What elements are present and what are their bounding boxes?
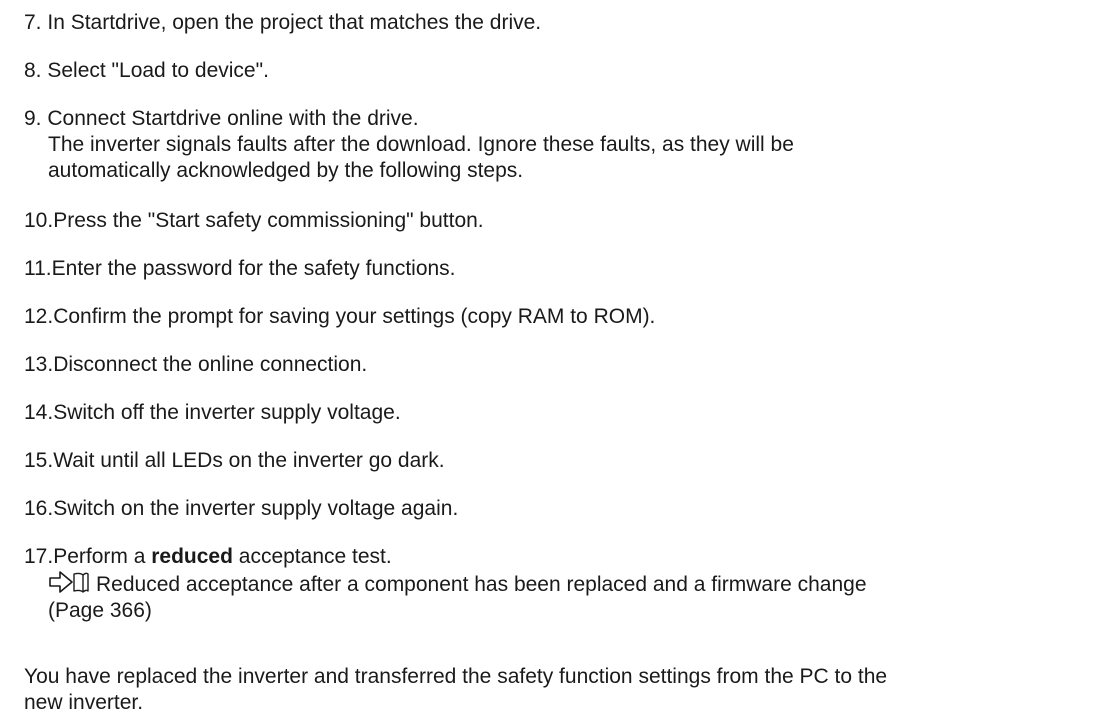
step-number: 9.: [24, 107, 42, 130]
arrow-book-icon: [49, 571, 89, 593]
step-8: 8. Select "Load to device".: [24, 58, 1104, 84]
step-text: Switch off the inverter supply voltage.: [53, 401, 401, 424]
step-number: 7.: [24, 11, 42, 34]
step-17: 17.Perform a reduced acceptance test. Re…: [24, 544, 1104, 624]
step-text: Wait until all LEDs on the inverter go d…: [53, 449, 445, 472]
step-text-after: acceptance test.: [232, 545, 392, 568]
step-text: Select "Load to device".: [47, 59, 269, 82]
step-text: In Startdrive, open the project that mat…: [47, 11, 542, 34]
cross-reference-page[interactable]: (Page 366): [24, 598, 1104, 624]
result-paragraph: You have replaced the inverter and trans…: [24, 664, 1104, 716]
result-line-1: You have replaced the inverter and trans…: [24, 665, 888, 688]
step-number: 14.: [24, 401, 54, 424]
step-14: 14.Switch off the inverter supply voltag…: [24, 400, 1104, 426]
step-12: 12.Confirm the prompt for saving your se…: [24, 304, 1104, 330]
step-note-line-2: automatically acknowledged by the follow…: [48, 159, 524, 182]
step-number: 12.: [24, 305, 54, 328]
step-text: Disconnect the online connection.: [53, 353, 368, 376]
cross-reference[interactable]: Reduced acceptance after a component has…: [24, 570, 1104, 598]
step-9: 9. Connect Startdrive online with the dr…: [24, 106, 1104, 184]
step-text: Switch on the inverter supply voltage ag…: [53, 497, 459, 520]
step-number: 10.: [24, 209, 54, 232]
step-15: 15.Wait until all LEDs on the inverter g…: [24, 448, 1104, 474]
step-number: 8.: [24, 59, 42, 82]
step-text: Connect Startdrive online with the drive…: [47, 107, 419, 130]
document-page: 7. In Startdrive, open the project that …: [0, 0, 1116, 720]
step-7: 7. In Startdrive, open the project that …: [24, 10, 1104, 36]
step-text: Press the "Start safety commissioning" b…: [53, 209, 484, 232]
step-number: 16.: [24, 497, 54, 520]
step-text-bold: reduced: [151, 545, 233, 568]
step-13: 13.Disconnect the online connection.: [24, 352, 1104, 378]
step-number: 11.: [24, 257, 52, 280]
result-line-2: new inverter.: [24, 691, 144, 714]
step-text: Enter the password for the safety functi…: [51, 257, 456, 280]
step-text: Confirm the prompt for saving your setti…: [53, 305, 656, 328]
step-16: 16.Switch on the inverter supply voltage…: [24, 496, 1104, 522]
cross-reference-link[interactable]: Reduced acceptance after a component has…: [96, 573, 867, 596]
step-number: 17.: [24, 545, 54, 568]
step-text-before: Perform a: [53, 545, 152, 568]
step-number: 15.: [24, 449, 54, 472]
step-note-line-1: The inverter signals faults after the do…: [48, 133, 794, 156]
step-10: 10.Press the "Start safety commissioning…: [24, 208, 1104, 234]
step-11: 11.Enter the password for the safety fun…: [24, 256, 1104, 282]
step-number: 13.: [24, 353, 54, 376]
